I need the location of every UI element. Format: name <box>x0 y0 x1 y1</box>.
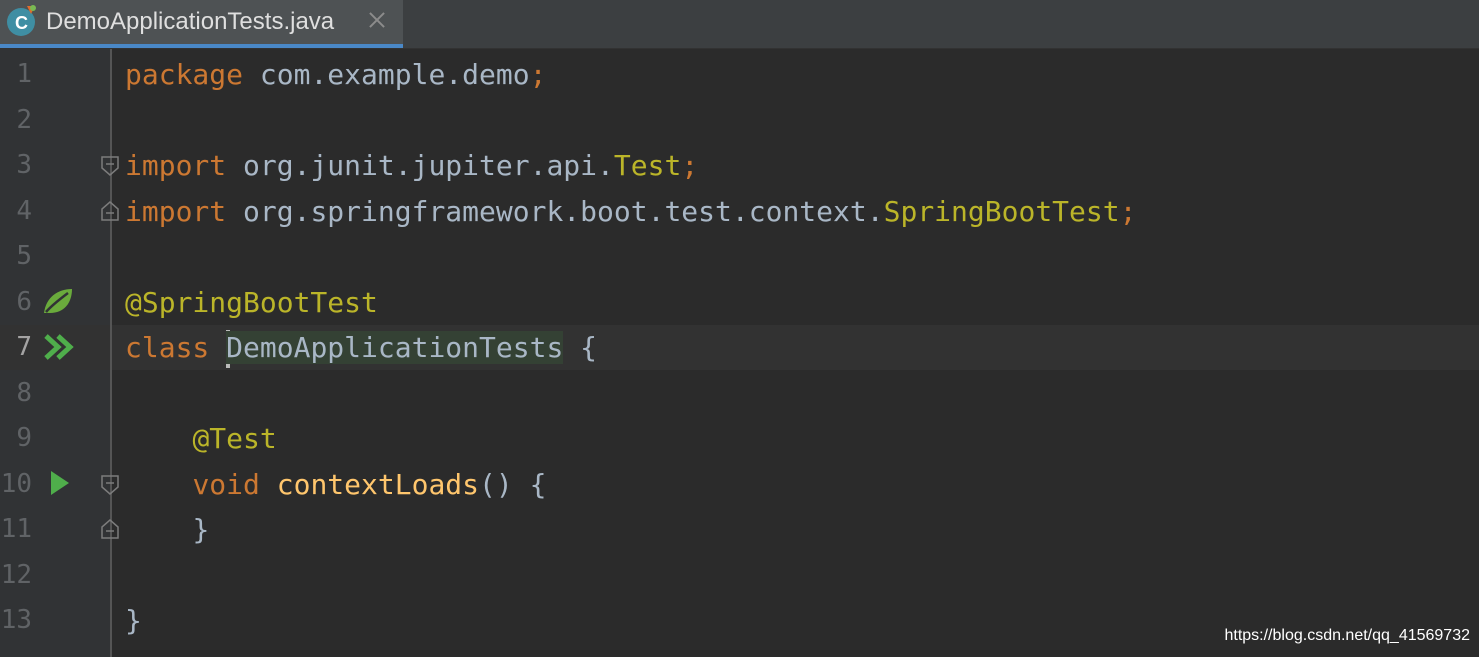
fold-start-icon[interactable] <box>100 156 120 176</box>
code-line[interactable]: } <box>125 507 209 552</box>
code-line[interactable]: import org.junit.jupiter.api.Test; <box>125 143 698 188</box>
code-line[interactable]: @Test <box>125 416 277 461</box>
line-number: 13 <box>0 605 32 635</box>
java-class-c-icon: C <box>7 5 36 36</box>
code-line[interactable]: @SpringBootTest <box>125 280 378 325</box>
line-number: 1 <box>16 59 32 89</box>
line-number: 8 <box>16 378 32 408</box>
svg-text:C: C <box>15 13 28 33</box>
code-line[interactable]: class DemoApplicationTests { <box>125 325 597 370</box>
line-number: 2 <box>16 105 32 135</box>
brace: { <box>563 331 598 364</box>
annotation: @Test <box>192 422 277 455</box>
keyword: void <box>192 468 260 501</box>
tab-title: DemoApplicationTests.java <box>46 8 335 35</box>
fold-end-icon[interactable] <box>100 201 120 221</box>
keyword: import <box>125 195 227 228</box>
line-number: 3 <box>16 150 32 180</box>
line-number: 11 <box>0 514 32 544</box>
keyword: package <box>125 58 244 91</box>
close-icon[interactable] <box>367 10 387 30</box>
package-name: com.example.demo <box>243 58 530 91</box>
import-package: org.springframework.boot.test.context. <box>226 195 884 228</box>
keyword: import <box>125 149 227 182</box>
closing-brace: } <box>192 513 210 546</box>
line-number: 10 <box>0 469 32 499</box>
run-all-tests-icon[interactable] <box>44 334 74 360</box>
method-signature-rest: () { <box>479 468 547 501</box>
annotation: @SpringBootTest <box>125 286 378 319</box>
class-name: DemoApplicationTests <box>226 331 564 364</box>
method-name: contextLoads <box>276 468 480 501</box>
watermark-text: https://blog.csdn.net/qq_41569732 <box>1224 627 1470 644</box>
semicolon: ; <box>529 58 547 91</box>
line-number: 7 <box>16 332 32 362</box>
import-package: org.junit.jupiter.api. <box>226 149 614 182</box>
keyword: class <box>125 331 210 364</box>
line-number: 6 <box>16 287 32 317</box>
spring-leaf-icon[interactable] <box>42 287 74 315</box>
line-number: 12 <box>0 560 32 590</box>
closing-brace: } <box>125 604 142 637</box>
import-class: Test <box>613 149 682 182</box>
semicolon: ; <box>681 149 699 182</box>
editor-tab-bar: C DemoApplicationTests.java <box>0 0 1479 49</box>
editor-tab[interactable]: C DemoApplicationTests.java <box>0 0 403 48</box>
line-number: 5 <box>16 241 32 271</box>
code-line[interactable]: } <box>125 598 142 643</box>
code-line[interactable]: import org.springframework.boot.test.con… <box>125 189 1136 234</box>
code-line[interactable]: package com.example.demo; <box>125 52 546 97</box>
fold-end-icon[interactable] <box>100 519 120 539</box>
line-number: 9 <box>16 423 32 453</box>
semicolon: ; <box>1119 195 1137 228</box>
fold-start-icon[interactable] <box>100 475 120 495</box>
import-class: SpringBootTest <box>883 195 1120 228</box>
gutter-divider <box>110 49 112 657</box>
code-line[interactable]: void contextLoads() { <box>125 462 546 507</box>
line-number: 4 <box>16 196 32 226</box>
run-test-icon[interactable] <box>50 470 70 496</box>
